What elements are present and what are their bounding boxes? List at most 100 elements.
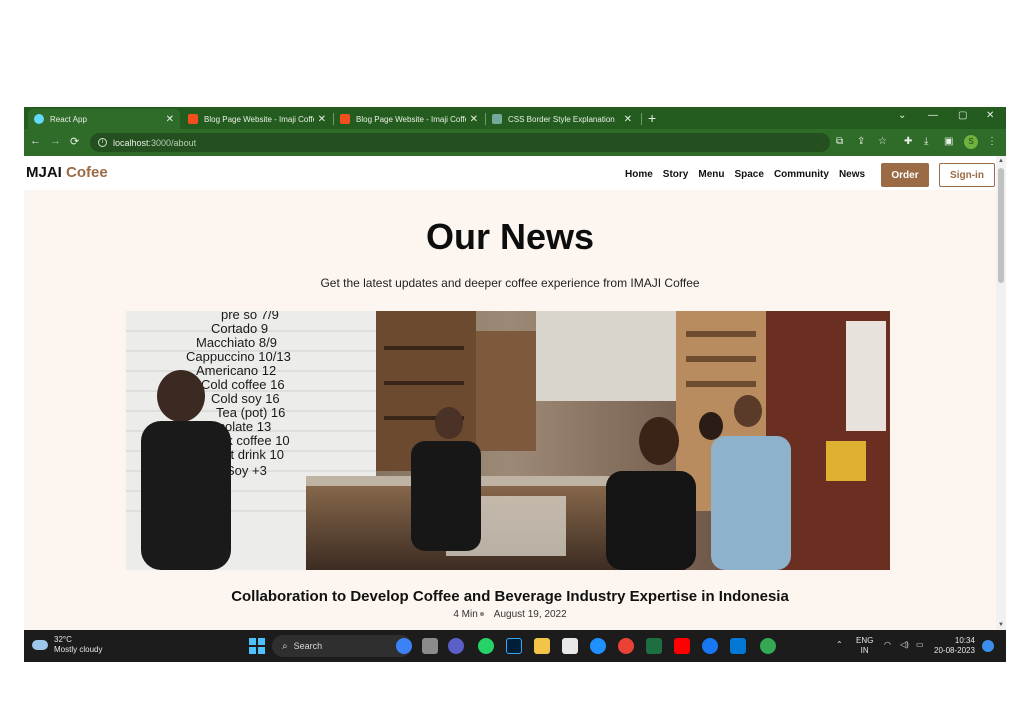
browser-toolbar: ← → ⟳ i localhost:3000/about ⧉ ⇪ ☆ ✚ ⤓ ▣… (24, 129, 1006, 156)
vscode-icon[interactable] (730, 638, 746, 654)
nav-community-link[interactable]: Community (774, 169, 829, 180)
search-icon: ⌕ (282, 640, 288, 652)
tab-blog-page-1[interactable]: Blog Page Website - Imaji Coffee ✕ (182, 109, 332, 129)
minimize-button[interactable]: — (928, 110, 938, 121)
address-host: localhost (113, 137, 149, 148)
task-view-icon[interactable] (422, 638, 438, 654)
whatsapp-icon[interactable] (478, 638, 494, 654)
tab-title: React App (50, 114, 87, 124)
close-icon[interactable]: ✕ (624, 114, 632, 125)
forward-arrow-icon[interactable]: → (50, 135, 61, 147)
page-title: Our News (425, 216, 595, 257)
facebook-icon[interactable] (702, 638, 718, 654)
page-viewport: MJAI Cofee Home Story Menu Space Communi… (24, 156, 996, 630)
address-bar[interactable]: i localhost:3000/about (90, 133, 830, 152)
weather-condition: Mostly cloudy (54, 645, 103, 654)
chatgpt-favicon-icon (492, 114, 502, 124)
taskbar-search[interactable]: ⌕ Search (272, 635, 412, 657)
close-icon[interactable]: ✕ (166, 114, 174, 125)
scroll-down-arrow-icon[interactable]: ▼ (998, 622, 1004, 628)
logo-accent-text: Cofee (66, 164, 108, 181)
close-icon[interactable]: ✕ (318, 114, 326, 125)
chrome-icon[interactable] (618, 638, 634, 654)
tab-react-app[interactable]: React App ✕ (28, 109, 180, 129)
figma-favicon-icon (340, 114, 350, 124)
temperature: 32°C (54, 635, 72, 644)
more-menu-icon[interactable]: ⋮ (987, 136, 997, 147)
tab-blog-page-2[interactable]: Blog Page Website - Imaji Coffee ✕ (334, 109, 484, 129)
cloud-icon (32, 640, 48, 650)
region-code: IN (860, 646, 869, 655)
scroll-thumb[interactable] (998, 168, 1004, 283)
menu-board-line: Tea (pot) 16 (216, 405, 285, 420)
excel-icon[interactable] (646, 638, 662, 654)
battery-icon[interactable]: ▭ (916, 640, 924, 650)
nav-news-link[interactable]: News (839, 169, 865, 180)
nav-story-link[interactable]: Story (663, 169, 689, 180)
windows-taskbar: 32°C Mostly cloudy ⌕ Search ⌃ ENG IN ◠ ◁… (24, 630, 1006, 662)
tab-title: Blog Page Website - Imaji Coffee (356, 114, 466, 124)
bing-icon[interactable] (396, 638, 412, 654)
page-subtitle: Get the latest updates and deeper coffee… (320, 276, 700, 290)
nav-menu-link[interactable]: Menu (698, 169, 724, 180)
tab-title: Blog Page Website - Imaji Coffee (204, 114, 314, 124)
nav-space-link[interactable]: Space (734, 169, 763, 180)
reload-icon[interactable]: ⟳ (70, 135, 79, 148)
read-time: 4 Min (453, 609, 478, 620)
clock[interactable]: 10:34 20-08-2023 (934, 636, 975, 656)
close-icon[interactable]: ✕ (470, 114, 478, 125)
address-path: :3000/about (148, 137, 197, 148)
back-arrow-icon[interactable]: ← (30, 135, 41, 147)
profile-avatar[interactable]: S (964, 135, 978, 149)
tab-title: CSS Border Style Explanation (508, 114, 615, 124)
photoshop-icon[interactable] (506, 638, 522, 654)
scroll-up-arrow-icon[interactable]: ▲ (998, 158, 1004, 164)
menu-board-line: Cold coffee 16 (201, 377, 285, 392)
bookmark-star-icon[interactable]: ☆ (878, 136, 887, 147)
weather-widget[interactable]: 32°C Mostly cloudy (32, 635, 102, 655)
wifi-icon[interactable]: ◠ (884, 640, 891, 650)
post-title[interactable]: Collaboration to Develop Coffee and Beve… (24, 588, 996, 605)
tab-search-button[interactable]: ⌄ (898, 110, 906, 121)
site-navbar: MJAI Cofee Home Story Menu Space Communi… (24, 156, 996, 190)
page-scrollbar[interactable]: ▲ ▼ (996, 156, 1006, 630)
share-icon[interactable]: ⇪ (857, 136, 865, 147)
install-app-icon[interactable]: ⧉ (836, 136, 843, 147)
signin-button[interactable]: Sign-in (939, 163, 995, 187)
tab-css-border[interactable]: CSS Border Style Explanation ✕ (486, 109, 638, 129)
cafe-interior-illustration: pre so 7/9 Cortado 9 Macchiato 8/9 Cappu… (126, 311, 890, 570)
show-hidden-icons-chevron-icon[interactable]: ⌃ (836, 640, 843, 650)
react-favicon-icon (34, 114, 44, 124)
youtube-icon[interactable] (674, 638, 690, 654)
close-window-button[interactable]: ✕ (986, 110, 994, 121)
desktop-screen: React App ✕ Blog Page Website - Imaji Co… (24, 107, 1006, 662)
windows-start-icon[interactable] (249, 638, 265, 654)
extensions-puzzle-icon[interactable]: ✚ (904, 136, 912, 147)
site-info-icon[interactable]: i (98, 138, 107, 147)
edge-browser-icon[interactable] (590, 638, 606, 654)
main-menu: Home Story Menu Space Community News (625, 169, 865, 180)
volume-icon[interactable]: ◁) (900, 640, 909, 650)
site-logo[interactable]: MJAI Cofee (26, 164, 108, 181)
news-featured-image[interactable]: pre so 7/9 Cortado 9 Macchiato 8/9 Cappu… (126, 311, 890, 570)
menu-board-line: Soy +3 (226, 463, 267, 478)
maximize-button[interactable]: ▢ (958, 110, 967, 121)
search-label: Search (293, 641, 323, 651)
download-icon[interactable]: ⤓ (924, 136, 928, 147)
menu-board-line: Cappuccino 10/13 (186, 349, 291, 364)
language-indicator[interactable]: ENG IN (856, 636, 873, 656)
separator-dot-icon (479, 612, 484, 616)
tab-divider (641, 113, 642, 125)
chrome-profile-icon[interactable] (760, 638, 776, 654)
notification-icon[interactable] (982, 640, 994, 652)
new-tab-button[interactable]: + (648, 110, 656, 126)
teams-chat-icon[interactable] (448, 638, 464, 654)
nav-home-link[interactable]: Home (625, 169, 653, 180)
file-explorer-icon[interactable] (534, 638, 550, 654)
menu-board-line: Macchiato 8/9 (196, 335, 277, 350)
clock-time: 10:34 (954, 636, 975, 645)
calendar-app-icon[interactable] (562, 638, 578, 654)
side-panel-icon[interactable]: ▣ (944, 136, 953, 147)
figma-favicon-icon (188, 114, 198, 124)
order-button[interactable]: Order (881, 163, 929, 187)
